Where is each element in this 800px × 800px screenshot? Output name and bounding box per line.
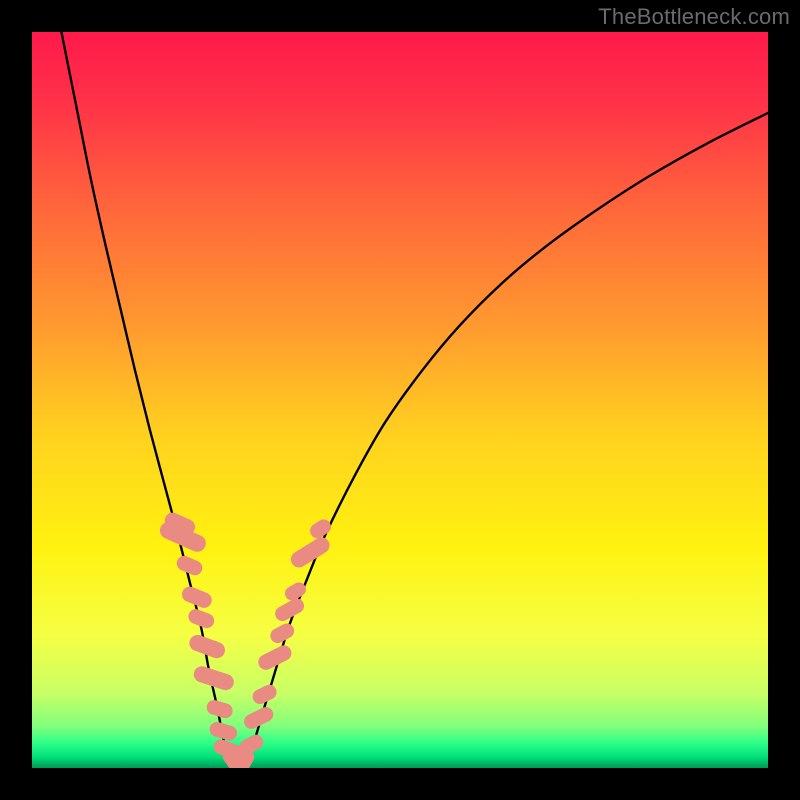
data-marker [273,596,307,624]
data-marker [205,698,235,720]
chart-frame: TheBottleneck.com [0,0,800,800]
data-marker [288,534,333,570]
watermark-text: TheBottleneck.com [598,4,790,30]
data-marker [256,643,294,673]
data-marker [307,517,334,541]
data-marker [174,554,204,578]
curve-layer [32,32,768,768]
data-markers [157,510,334,768]
data-marker [208,720,239,742]
plot-area [32,32,768,768]
data-marker [268,621,297,646]
bottleneck-curve [61,32,768,768]
